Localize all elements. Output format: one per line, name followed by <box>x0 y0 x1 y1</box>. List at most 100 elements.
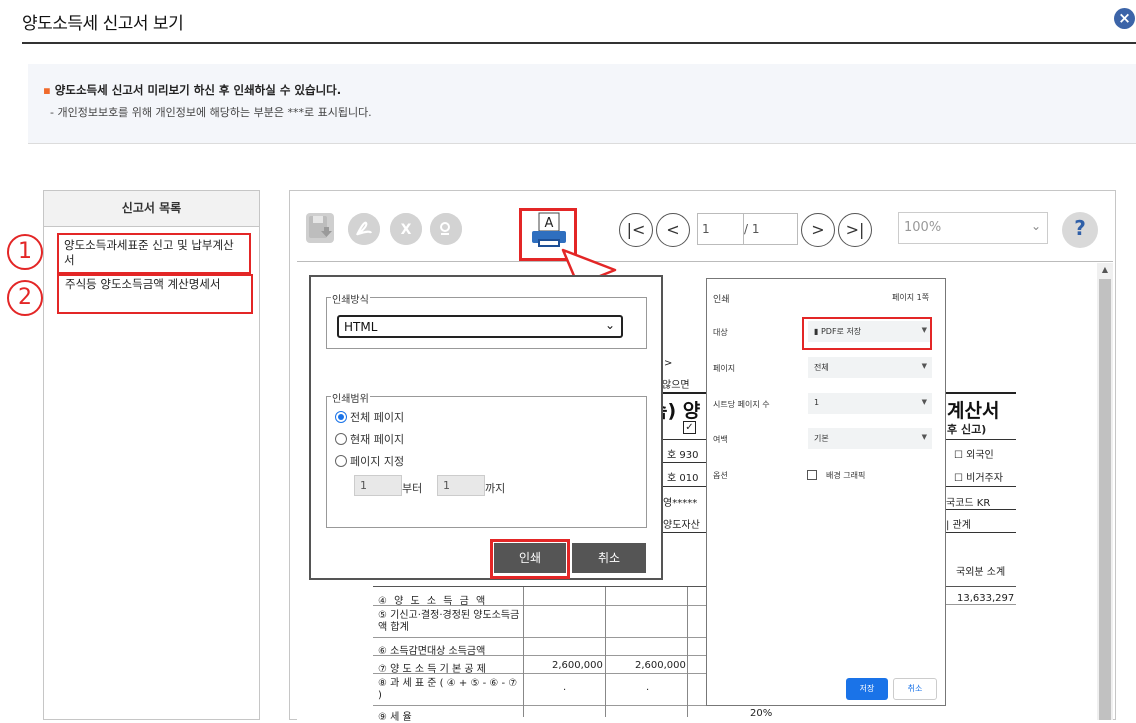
pages-value: 전체 <box>814 363 829 372</box>
radio-current-page[interactable]: 현재 페이지 <box>335 431 404 447</box>
pages-label: 페이지 <box>713 364 736 373</box>
doc-fragment: 후 신고) <box>947 423 987 436</box>
destination-label: 대상 <box>713 328 728 337</box>
doc-rule <box>663 392 706 394</box>
page-from-input[interactable]: 1 <box>354 475 402 496</box>
notice-line-2: - 개인정보보호를 위해 개인정보에 해당하는 부분은 ***로 표시됩니다. <box>50 106 372 119</box>
radio-page-range[interactable]: 페이지 지정 <box>335 453 404 469</box>
margin-value: 기본 <box>814 434 829 443</box>
margin-select[interactable]: 기본 ▼ <box>808 428 932 449</box>
hwp-export-icon[interactable] <box>430 213 462 245</box>
doc-fragment: 외국인 <box>966 450 994 461</box>
browser-cancel-button[interactable]: 취소 <box>893 678 937 700</box>
pdf-export-icon[interactable] <box>348 213 380 245</box>
print-glyph: A <box>545 216 554 231</box>
notice-line-1-text: 양도소득세 신고서 미리보기 하신 후 인쇄하실 수 있습니다. <box>54 83 342 97</box>
doc-fragment: 13,633,297 <box>957 593 1015 604</box>
radio-all-pages[interactable]: 전체 페이지 <box>335 409 404 425</box>
radio-icon <box>335 455 347 467</box>
doc-rule <box>946 392 1016 394</box>
doc-rule <box>946 486 1016 487</box>
save-button[interactable]: 저장 <box>846 678 888 700</box>
destination-highlight <box>802 317 932 350</box>
doc-rule <box>946 604 1016 605</box>
page-from-label: 부터 <box>402 482 423 495</box>
zoom-value: 100% <box>904 220 942 235</box>
doc-rule <box>663 462 706 463</box>
svg-text:X: X <box>401 222 412 238</box>
title-divider <box>22 42 1136 44</box>
doc-fragment: 호 010 <box>667 473 699 484</box>
page-number-input[interactable]: 1 <box>697 213 744 245</box>
doc-fragment: 20% <box>750 708 773 719</box>
print-button[interactable]: 인쇄 <box>494 543 566 573</box>
notice-line-1: ▪ 양도소득세 신고서 미리보기 하신 후 인쇄하실 수 있습니다. <box>43 83 342 97</box>
doc-rule <box>946 532 1016 533</box>
doc-fragment: > <box>664 358 673 369</box>
radio-label: 현재 페이지 <box>350 433 405 446</box>
pages-select[interactable]: 전체 ▼ <box>808 357 932 378</box>
annotation-number-2: 2 <box>7 280 43 316</box>
print-method-select[interactable]: HTML ⌄ <box>337 315 623 338</box>
doc-rule <box>663 532 706 533</box>
zoom-select[interactable]: 100% ⌄ <box>898 212 1048 244</box>
doc-cell: 2,600,000 <box>552 660 603 671</box>
doc-fragment: 비거주자 <box>966 473 1003 484</box>
scrollbar-thumb[interactable] <box>1099 279 1111 720</box>
doc-checkbox: ✓ <box>683 421 696 434</box>
doc-rule <box>373 655 706 656</box>
doc-table: ④ 양 도 소 득 금 액 ⑤ 기신고·결정·경정된 양도소득금액 합계 ⑥ 소… <box>373 586 706 723</box>
doc-rule <box>946 439 1016 440</box>
dropdown-triangle-icon: ▼ <box>921 362 927 370</box>
doc-rule <box>605 587 606 717</box>
pages-per-sheet-value: 1 <box>814 398 820 407</box>
doc-rule <box>663 486 706 487</box>
doc-row-label: ⑤ 기신고·결정·경정된 양도소득금액 합계 <box>378 610 520 633</box>
list-item-stock-gain-statement[interactable]: 주식등 양도소득금액 계산명세서 <box>57 274 253 314</box>
save-icon[interactable] <box>306 213 334 243</box>
last-page-button[interactable]: >| <box>838 213 872 247</box>
next-page-button[interactable]: > <box>801 213 835 247</box>
doc-fragment: 않으면 <box>662 380 690 391</box>
doc-rule <box>687 587 688 717</box>
doc-cell: 2,600,000 <box>635 660 686 671</box>
print-method-value: HTML <box>344 320 378 334</box>
radio-icon <box>335 433 347 445</box>
excel-export-icon[interactable]: X <box>390 213 422 245</box>
doc-title-right: 계산서 <box>947 400 1000 422</box>
doc-fragment: 영***** <box>663 498 698 509</box>
page-to-input[interactable]: 1 <box>437 475 485 496</box>
page-total: / 1 <box>744 213 798 245</box>
radio-label: 전체 페이지 <box>350 411 405 424</box>
previous-page-button[interactable]: < <box>656 213 690 247</box>
dropdown-triangle-icon: ▼ <box>921 433 927 441</box>
chevron-down-icon: ⌄ <box>1030 219 1041 233</box>
doc-checkbox-resident: ☐ 비거주자 <box>954 473 1003 484</box>
report-list-heading: 신고서 목록 <box>44 191 259 227</box>
print-method-legend: 인쇄방식 <box>331 291 370 306</box>
scroll-up-arrow[interactable]: ▲ <box>1097 263 1113 277</box>
help-icon[interactable]: ? <box>1062 212 1098 248</box>
page-to-label: 까지 <box>485 482 506 495</box>
doc-rule <box>946 586 1016 587</box>
browser-print-page-count: 페이지 1쪽 <box>892 293 930 302</box>
list-item-tax-base-report[interactable]: 양도소득과세표준 신고 및 납부계산서 <box>57 233 251 274</box>
browser-print-title: 인쇄 <box>713 295 730 305</box>
doc-cell: · <box>563 685 567 696</box>
doc-rule <box>373 605 706 606</box>
background-graphics-checkbox[interactable] <box>807 470 817 480</box>
doc-rule <box>373 705 706 706</box>
pages-per-sheet-select[interactable]: 1 ▼ <box>808 393 932 414</box>
doc-rule <box>373 673 706 674</box>
close-button[interactable]: × <box>1114 8 1135 29</box>
doc-cell: · <box>646 685 650 696</box>
pages-per-sheet-label: 시트당 페이지 수 <box>713 400 770 409</box>
cancel-button[interactable]: 취소 <box>572 543 646 573</box>
doc-rule <box>663 439 706 440</box>
list-item-label: 양도소득과세표준 신고 및 납부계산서 <box>64 238 234 267</box>
doc-checkbox-foreigner: ☐ 외국인 <box>954 450 994 461</box>
dropdown-triangle-icon: ▼ <box>921 398 927 406</box>
doc-fragment: 호 930 <box>667 450 699 461</box>
doc-row-label: ⑧ 과 세 표 준 ( ④ + ⑤ - ⑥ - ⑦ ) <box>378 678 518 701</box>
annotation-number-1: 1 <box>7 234 43 270</box>
